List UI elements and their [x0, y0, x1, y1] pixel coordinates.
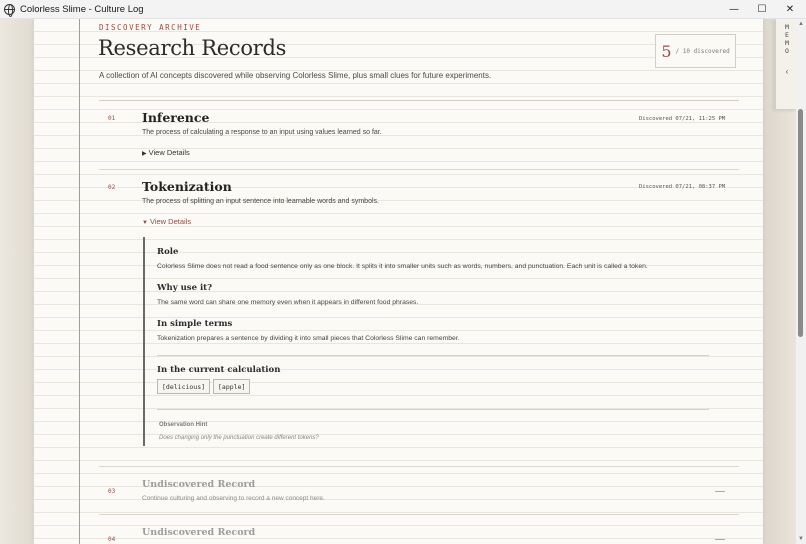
desk-left [0, 19, 34, 544]
entry-number: 04 [108, 536, 116, 543]
entry-date: Discovered 07/21, 08:37 PM [639, 184, 726, 190]
observation-hint-label: Observation Hint [159, 422, 208, 428]
section-kicker: DISCOVERY ARCHIVE [99, 23, 202, 32]
details-text-role: Colorless Slime does not read a food sen… [157, 263, 648, 270]
toggle-label: View Details [149, 217, 192, 226]
details-separator [157, 409, 709, 410]
token-chip: [apple] [213, 379, 251, 394]
minimize-button[interactable]: — [720, 0, 748, 19]
entry-divider [99, 514, 739, 515]
details-heading-calc: In the current calculation [157, 365, 281, 375]
page-title: Research Records [98, 36, 287, 60]
entry-title: Tokenization [142, 179, 232, 194]
entry-title: Inference [142, 110, 210, 125]
details-separator [157, 355, 709, 356]
entry-divider [99, 169, 739, 170]
window-title: Colorless Slime - Culture Log [20, 3, 144, 15]
entry-description: The process of calculating a response to… [142, 129, 382, 136]
token-chip: [delicious] [157, 379, 211, 394]
globe-icon [4, 3, 15, 17]
view-details-toggle[interactable]: ▼ View Details [142, 217, 191, 226]
placeholder-dash [715, 539, 725, 540]
chevron-left-icon[interactable]: ‹ [776, 67, 796, 76]
notebook-page: DISCOVERY ARCHIVE Research Records A col… [34, 19, 796, 544]
scrollbar-thumb[interactable] [798, 109, 803, 337]
details-heading-why: Why use it? [157, 283, 213, 293]
maximize-button[interactable]: ☐ [748, 0, 776, 19]
page-subtitle: A collection of AI concepts discovered w… [99, 71, 492, 80]
view-details-toggle[interactable]: ▶ View Details [142, 148, 190, 157]
details-heading-simple: In simple terms [157, 319, 233, 329]
caret-right-icon: ▶ [142, 151, 147, 157]
details-heading-role: Role [157, 247, 179, 257]
discovery-counter: 5 / 10 discovered [655, 34, 736, 68]
undiscovered-title: Undiscovered Record [142, 479, 256, 490]
details-text-simple: Tokenization prepares a sentence by divi… [157, 335, 460, 342]
undiscovered-title: Undiscovered Record [142, 527, 256, 538]
window-titlebar: Colorless Slime - Culture Log [0, 0, 806, 19]
entry-number: 03 [108, 488, 116, 495]
scroll-up-icon[interactable]: ▲ [796, 21, 806, 27]
observation-hint-text: Does changing only the punctuation creat… [159, 435, 319, 441]
discovered-total: / 10 discovered [675, 47, 730, 55]
entry-date: Discovered 07/21, 11:25 PM [639, 116, 726, 122]
vertical-scrollbar[interactable]: ▲ ▼ [796, 19, 806, 544]
entry-description: The process of splitting an input senten… [142, 198, 379, 205]
discovered-count: 5 [661, 41, 672, 61]
details-text-why: The same word can share one memory even … [157, 299, 419, 306]
caret-down-icon: ▼ [142, 220, 148, 226]
app-viewport: DISCOVERY ARCHIVE Research Records A col… [0, 19, 796, 544]
toggle-label: View Details [148, 148, 190, 157]
entry-number: 01 [108, 115, 116, 122]
memo-label: M E M O [785, 23, 789, 55]
scroll-down-icon[interactable]: ▼ [796, 536, 806, 542]
close-button[interactable]: ✕ [776, 0, 804, 19]
memo-tab[interactable]: M E M O ‹ [775, 19, 796, 110]
header-divider [99, 100, 739, 101]
entry-number: 02 [108, 184, 116, 191]
undiscovered-description: Continue culturing and observing to reco… [142, 495, 325, 502]
entry-divider [99, 466, 739, 467]
margin-line [79, 19, 80, 544]
placeholder-dash [715, 491, 725, 492]
details-panel: Role Colorless Slime does not read a foo… [143, 237, 709, 446]
